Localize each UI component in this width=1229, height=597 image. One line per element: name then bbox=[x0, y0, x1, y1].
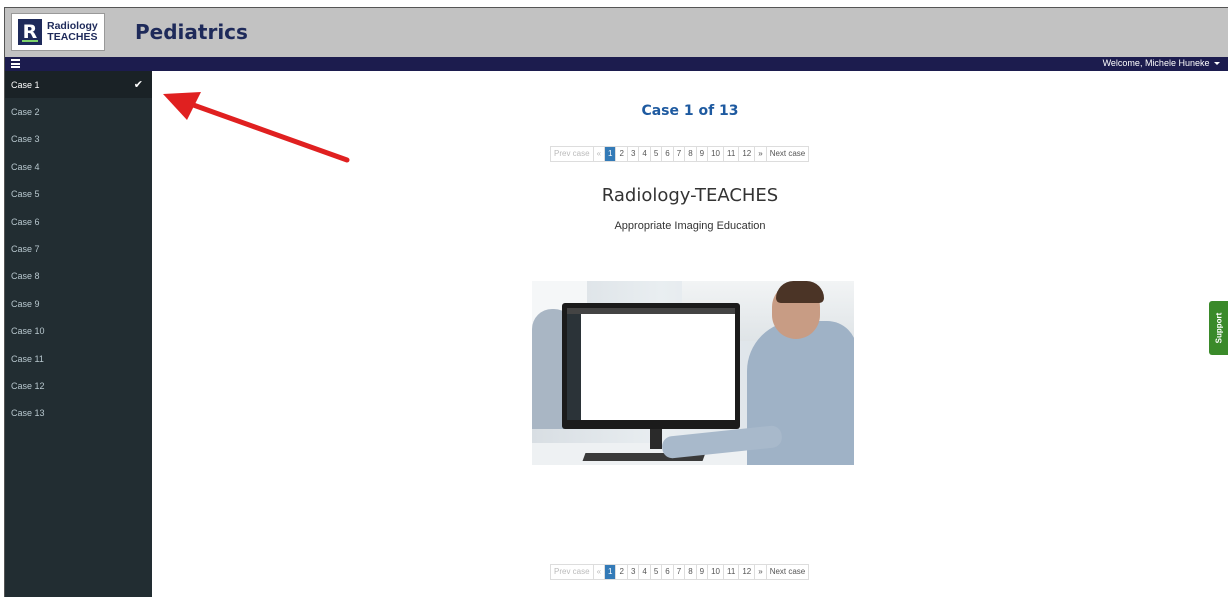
sidebar-item-label: Case 6 bbox=[11, 216, 40, 227]
photo-monitor-stand bbox=[650, 429, 662, 449]
sidebar-item-case-5[interactable]: Case 5 bbox=[5, 181, 152, 208]
header: R Radiology TEACHES Pediatrics bbox=[5, 8, 1228, 57]
page-2-button[interactable]: 2 bbox=[616, 565, 628, 579]
page-11-button[interactable]: 11 bbox=[724, 565, 740, 579]
page-9-button[interactable]: 9 bbox=[697, 147, 709, 161]
page-7-button[interactable]: 7 bbox=[674, 147, 686, 161]
logo-line-2: TEACHES bbox=[47, 31, 98, 43]
user-menu[interactable]: Welcome, Michele Huneke bbox=[1103, 58, 1220, 68]
last-page-button[interactable]: » bbox=[755, 147, 767, 161]
welcome-text: Welcome, Michele Huneke bbox=[1102, 58, 1210, 68]
photo-hair bbox=[776, 281, 824, 303]
next-case-button[interactable]: Next case bbox=[767, 147, 809, 161]
page-1-button[interactable]: 1 bbox=[605, 565, 617, 579]
first-page-button[interactable]: « bbox=[594, 565, 606, 579]
sidebar-item-case-10[interactable]: Case 10 bbox=[5, 318, 152, 345]
first-page-button[interactable]: « bbox=[594, 147, 606, 161]
sidebar-item-case-9[interactable]: Case 9 bbox=[5, 290, 152, 317]
logo[interactable]: R Radiology TEACHES bbox=[11, 13, 105, 51]
page-4-button[interactable]: 4 bbox=[639, 147, 651, 161]
sidebar-item-label: Case 13 bbox=[11, 408, 45, 419]
page-8-button[interactable]: 8 bbox=[685, 147, 697, 161]
pagination-top: Prev case «1 2 3 4 5 6 7 8 9 10 11 12» Next case bbox=[550, 146, 810, 162]
logo-mark: R bbox=[18, 19, 42, 45]
sidebar-item-label: Case 10 bbox=[11, 326, 45, 337]
caret-down-icon bbox=[1214, 62, 1220, 66]
next-case-button[interactable]: Next case bbox=[767, 565, 809, 579]
page-11-button[interactable]: 11 bbox=[724, 147, 740, 161]
photo-screen bbox=[567, 308, 735, 420]
prev-case-button[interactable]: Prev case bbox=[551, 565, 594, 579]
page-5-button[interactable]: 5 bbox=[651, 565, 663, 579]
site-subtitle: Appropriate Imaging Education bbox=[614, 220, 766, 232]
page-5-button[interactable]: 5 bbox=[651, 147, 663, 161]
sidebar-item-label: Case 8 bbox=[11, 271, 40, 282]
sidebar-item-case-2[interactable]: Case 2 bbox=[5, 98, 152, 125]
sidebar-item-case-4[interactable]: Case 4 bbox=[5, 153, 152, 180]
sidebar-item-label: Case 5 bbox=[11, 189, 40, 200]
page-12-button[interactable]: 12 bbox=[739, 147, 756, 161]
checkmark-icon: ✔ bbox=[133, 78, 143, 91]
page-10-button[interactable]: 10 bbox=[708, 147, 725, 161]
page-2-button[interactable]: 2 bbox=[616, 147, 628, 161]
logo-text: Radiology TEACHES bbox=[47, 21, 98, 43]
photo-monitor bbox=[562, 303, 740, 429]
page-6-button[interactable]: 6 bbox=[662, 147, 674, 161]
sidebar-item-case-12[interactable]: Case 12 bbox=[5, 372, 152, 399]
page-4-button[interactable]: 4 bbox=[639, 565, 651, 579]
sidebar-item-case-1[interactable]: Case 1 ✔ bbox=[5, 71, 152, 99]
support-label: Support bbox=[1214, 312, 1223, 344]
sidebar: Case 1 ✔ Case 2 Case 3 Case 4 Case 5 Case 6 Cas… bbox=[5, 71, 152, 597]
sidebar-item-label: Case 12 bbox=[11, 380, 45, 391]
sidebar-item-label: Case 3 bbox=[11, 134, 40, 145]
main-content: Case 1 of 13 Prev case «1 2 3 4 5 6 7 8 9 10 11 12» N… bbox=[152, 71, 1228, 597]
sidebar-item-case-3[interactable]: Case 3 bbox=[5, 126, 152, 153]
sidebar-item-label: Case 1 bbox=[11, 79, 40, 90]
sidebar-item-label: Case 9 bbox=[11, 298, 40, 309]
page-3-button[interactable]: 3 bbox=[628, 147, 640, 161]
site-title: Radiology-TEACHES bbox=[601, 185, 779, 206]
case-title: Case 1 of 13 bbox=[641, 103, 739, 119]
last-page-button[interactable]: » bbox=[755, 565, 767, 579]
sidebar-item-case-13[interactable]: Case 13 bbox=[5, 400, 152, 427]
page-8-button[interactable]: 8 bbox=[685, 565, 697, 579]
sidebar-item-case-11[interactable]: Case 11 bbox=[5, 345, 152, 372]
page-6-button[interactable]: 6 bbox=[662, 565, 674, 579]
sidebar-item-label: Case 11 bbox=[11, 353, 44, 364]
pagination-bottom: Prev case «1 2 3 4 5 6 7 8 9 10 11 12» Next case bbox=[550, 564, 810, 580]
app-window: R Radiology TEACHES Pediatrics Welcome, … bbox=[4, 7, 1228, 597]
sidebar-item-label: Case 4 bbox=[11, 161, 40, 172]
sidebar-item-case-6[interactable]: Case 6 bbox=[5, 208, 152, 235]
sidebar-item-case-8[interactable]: Case 8 bbox=[5, 263, 152, 290]
page-1-button[interactable]: 1 bbox=[605, 147, 617, 161]
hamburger-menu-icon[interactable] bbox=[11, 59, 20, 68]
support-tab[interactable]: Support bbox=[1209, 301, 1228, 355]
sidebar-item-label: Case 7 bbox=[11, 244, 40, 255]
sidebar-item-case-7[interactable]: Case 7 bbox=[5, 235, 152, 262]
page-10-button[interactable]: 10 bbox=[708, 565, 725, 579]
top-navbar: Welcome, Michele Huneke bbox=[5, 57, 1228, 71]
prev-case-button[interactable]: Prev case bbox=[551, 147, 594, 161]
page-3-button[interactable]: 3 bbox=[628, 565, 640, 579]
hero-image bbox=[532, 281, 854, 465]
page-12-button[interactable]: 12 bbox=[739, 565, 756, 579]
page-7-button[interactable]: 7 bbox=[674, 565, 686, 579]
page-title: Pediatrics bbox=[135, 20, 248, 44]
sidebar-item-label: Case 2 bbox=[11, 107, 40, 118]
page-9-button[interactable]: 9 bbox=[697, 565, 709, 579]
